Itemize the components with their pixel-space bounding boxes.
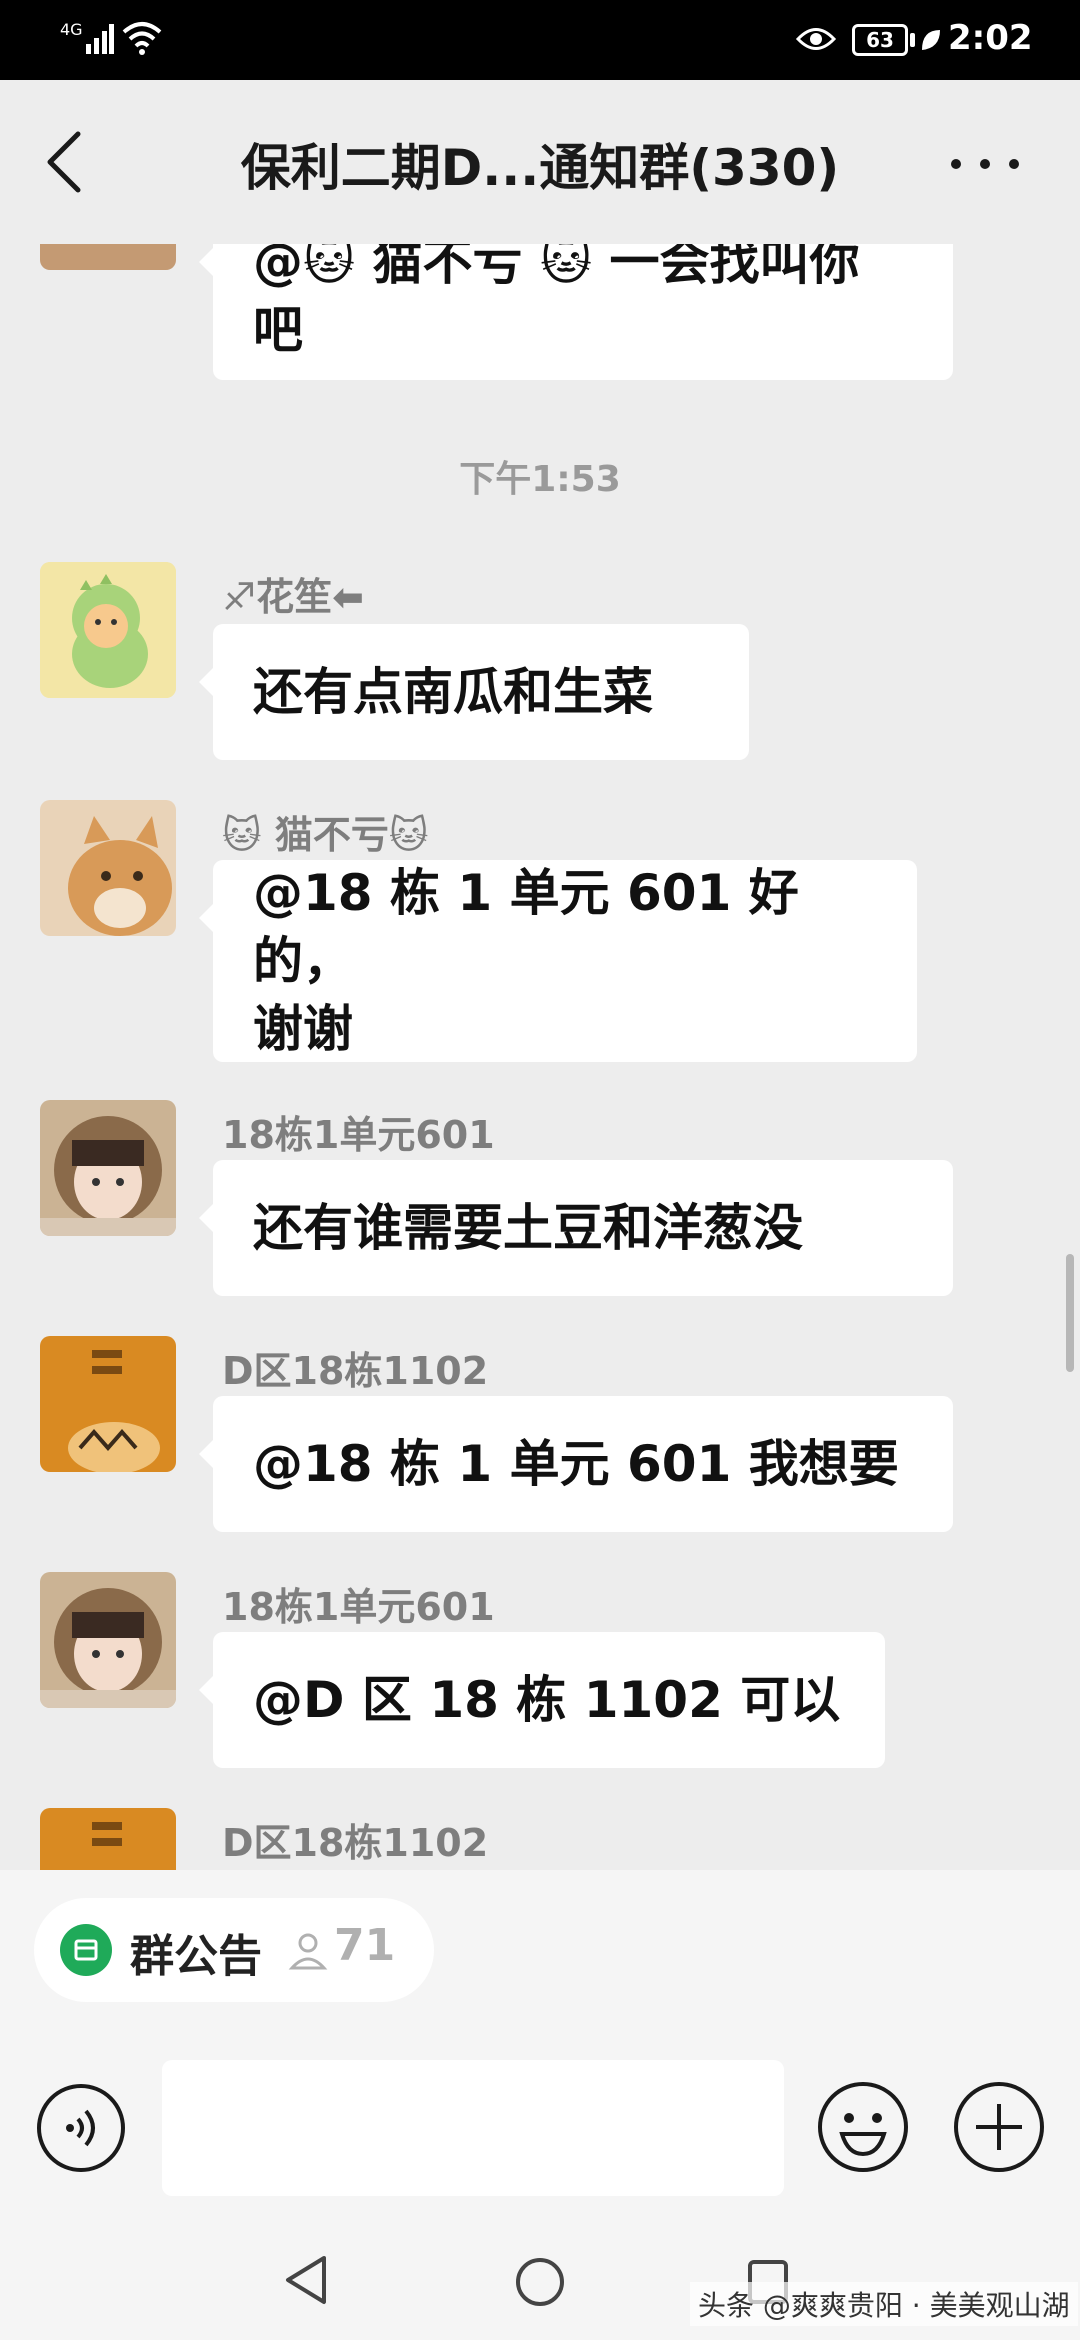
battery-tip	[910, 33, 915, 47]
message-bubble[interactable]: @🐱 猫不亏 🐱 一会找叫你 吧	[199, 244, 953, 380]
signal-icon	[86, 24, 114, 54]
message-text: @D 区 18 栋 1102 可以	[253, 1671, 841, 1729]
plus-icon[interactable]	[952, 2080, 1046, 2174]
dinosaur-avatar-icon	[40, 562, 176, 698]
avatar[interactable]	[40, 1100, 176, 1236]
announcement-chip[interactable]: 群公告 71	[34, 1898, 434, 2002]
message-text: 还有谁需要土豆和洋葱没	[253, 1199, 803, 1257]
announcement-label: 群公告	[130, 1931, 262, 1982]
wifi-icon	[122, 22, 162, 55]
tiger-avatar-icon	[40, 1336, 176, 1472]
sender-name: 18栋1单元601	[222, 1585, 495, 1629]
watermark: 头条 @爽爽贵阳 · 美美观山湖	[690, 2282, 1078, 2326]
message-list[interactable]: @🐱 猫不亏 🐱 一会找叫你 吧 下午1:53 ♐花笙⬅ 还有点南瓜和生菜 🐱 …	[0, 244, 1080, 1870]
system-home-icon[interactable]	[514, 2256, 566, 2308]
person-icon	[288, 1933, 328, 1970]
message-input[interactable]	[162, 2060, 784, 2196]
voice-input-icon[interactable]	[36, 2083, 126, 2173]
message-bubble[interactable]: @18 栋 1 单元 601 我想要	[199, 1396, 953, 1532]
avatar[interactable]	[40, 562, 176, 698]
message-bubble[interactable]: 还有谁需要土豆和洋葱没	[199, 1160, 953, 1296]
sender-name: 🐱 猫不亏🐱	[222, 813, 429, 857]
cat-avatar-icon	[40, 800, 176, 936]
avatar[interactable]	[40, 1336, 176, 1472]
tiger-avatar-icon	[40, 1808, 176, 1870]
message-text: 谢谢	[253, 1000, 353, 1058]
sender-name: D区18栋1102	[222, 1349, 489, 1393]
message-bubble[interactable]: @18 栋 1 单元 601 好的， 谢谢	[199, 860, 917, 1062]
sender-name: ♐花笙⬅	[222, 575, 364, 619]
avatar[interactable]	[40, 1572, 176, 1708]
status-bar: 4G 63 2:02	[0, 0, 1080, 80]
message-text: 还有点南瓜和生菜	[253, 663, 653, 721]
announcement-icon	[60, 1924, 112, 1976]
announcement-count: 71	[334, 1920, 396, 1971]
avatar[interactable]	[40, 244, 176, 270]
message-text: @18 栋 1 单元 601 好的，	[253, 864, 799, 990]
eye-icon	[796, 28, 836, 50]
back-arrow-icon[interactable]	[44, 130, 84, 194]
system-back-icon[interactable]	[284, 2254, 328, 2306]
sender-name: 18栋1单元601	[222, 1113, 495, 1157]
timestamp: 下午1:53	[459, 459, 621, 500]
emoji-icon[interactable]	[816, 2080, 910, 2174]
network-label: 4G	[60, 20, 83, 39]
status-time: 2:02	[948, 18, 1033, 58]
message-text: @🐱 猫不亏 🐱 一会找叫你	[253, 244, 860, 291]
message-text: 吧	[253, 301, 303, 359]
battery-icon: 63	[852, 24, 908, 56]
message-bubble[interactable]: @D 区 18 栋 1102 可以	[199, 1632, 885, 1768]
more-icon[interactable]	[950, 158, 1020, 170]
sender-name: D区18栋1102	[222, 1821, 489, 1865]
message-bubble[interactable]: 还有点南瓜和生菜	[199, 624, 749, 760]
chat-header: 保利二期D...通知群(330)	[0, 80, 1080, 244]
message-text: @18 栋 1 单元 601 我想要	[253, 1435, 899, 1493]
avatar[interactable]	[40, 800, 176, 936]
leaf-icon	[922, 30, 940, 50]
girl-avatar-icon	[40, 1572, 176, 1708]
avatar[interactable]	[40, 1808, 176, 1870]
chat-title: 保利二期D...通知群(330)	[240, 139, 840, 197]
scrollbar[interactable]	[1066, 1254, 1074, 1372]
girl-avatar-icon	[40, 1100, 176, 1236]
